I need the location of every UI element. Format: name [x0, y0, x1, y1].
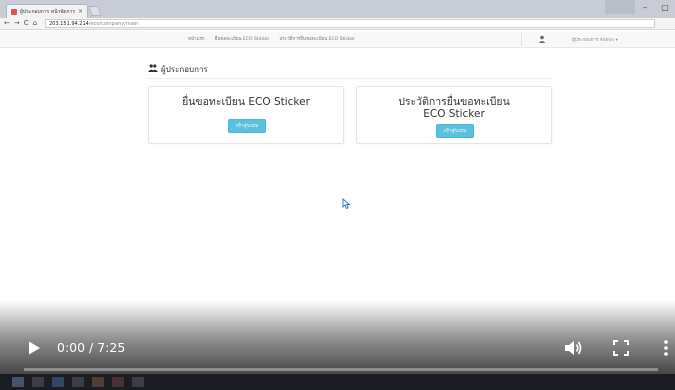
- maximize-icon[interactable]: ▢: [655, 0, 675, 14]
- window-user-button[interactable]: [605, 0, 635, 14]
- favicon-icon: [11, 8, 17, 15]
- os-taskbar: [0, 374, 675, 390]
- taskbar-app-icon[interactable]: [72, 377, 84, 387]
- card-title: ยื่นขอทะเบียน ECO Sticker: [182, 96, 310, 108]
- url-host: 203.151.94.214: [49, 20, 89, 27]
- forward-icon[interactable]: →: [14, 20, 20, 27]
- video-time: 0:00 / 7:25: [57, 340, 126, 355]
- fullscreen-icon[interactable]: [612, 339, 630, 357]
- page-title-text: ผู้ประกอบการ: [161, 65, 208, 74]
- browser-tab-title: ผู้ประกอบการ หน้าจัดการ: [20, 8, 75, 15]
- nav-link-history[interactable]: ประวัติการยื่นขอทะเบียน ECO Sticker: [279, 35, 355, 42]
- more-vertical-icon[interactable]: [660, 338, 672, 358]
- volume-icon[interactable]: [563, 338, 583, 358]
- window-controls: – ▢: [605, 0, 675, 14]
- home-icon[interactable]: ⌂: [33, 20, 37, 27]
- navbar-divider: [521, 33, 522, 46]
- navbar-links: หน้าแรก ยื่นขอทะเบียน ECO Sticker ประวัต…: [188, 35, 355, 42]
- reload-icon[interactable]: C: [24, 20, 29, 27]
- user-icon[interactable]: [537, 34, 547, 44]
- browser-titlebar: ผู้ประกอบการ หน้าจัดการ × – ▢: [0, 0, 675, 18]
- app-navbar: หน้าแรก ยื่นขอทะเบียน ECO Sticker ประวัต…: [0, 31, 675, 48]
- back-icon[interactable]: ←: [4, 20, 10, 27]
- cursor-icon: [341, 195, 351, 210]
- nav-link-apply[interactable]: ยื่นขอทะเบียน ECO Sticker: [215, 35, 270, 42]
- taskbar-app-icon[interactable]: [52, 377, 64, 387]
- title-divider: [148, 78, 552, 79]
- url-input[interactable]: 203.151.94.214 /eco/company/main: [45, 19, 656, 28]
- card-title: ประวัติการยื่นขอทะเบียน ECO Sticker: [398, 96, 510, 120]
- users-icon: [148, 64, 158, 75]
- new-tab-button[interactable]: [88, 6, 102, 16]
- play-icon[interactable]: [26, 340, 42, 356]
- taskbar-app-icon[interactable]: [92, 377, 104, 387]
- address-bar-row: ← → C ⌂ 203.151.94.214 /eco/company/main: [0, 18, 675, 30]
- taskbar-app-icon[interactable]: [32, 377, 44, 387]
- card-history-eco-sticker: ประวัติการยื่นขอทะเบียน ECO Sticker เข้า…: [356, 86, 552, 144]
- nav-link-home[interactable]: หน้าแรก: [188, 35, 205, 42]
- video-progress-bar[interactable]: [24, 368, 658, 371]
- navbar-user-menu[interactable]: ผู้ประกอบการ Admin ▾: [572, 36, 618, 43]
- minimize-icon[interactable]: –: [635, 0, 655, 14]
- taskbar-app-icon[interactable]: [132, 377, 144, 387]
- tab-close-icon[interactable]: ×: [78, 8, 83, 15]
- browser-tab[interactable]: ผู้ประกอบการ หน้าจัดการ ×: [6, 4, 88, 18]
- page-title: ผู้ประกอบการ: [148, 63, 208, 76]
- card-enter-button[interactable]: เข้าสู่ระบบ: [436, 124, 474, 138]
- video-controls: 0:00 / 7:25: [0, 332, 675, 364]
- card-enter-button[interactable]: เข้าสู่ระบบ: [228, 119, 266, 133]
- url-path: /eco/company/main: [88, 20, 139, 27]
- taskbar-app-icon[interactable]: [112, 377, 124, 387]
- card-apply-eco-sticker: ยื่นขอทะเบียน ECO Sticker เข้าสู่ระบบ: [148, 86, 344, 144]
- start-icon[interactable]: [12, 377, 24, 387]
